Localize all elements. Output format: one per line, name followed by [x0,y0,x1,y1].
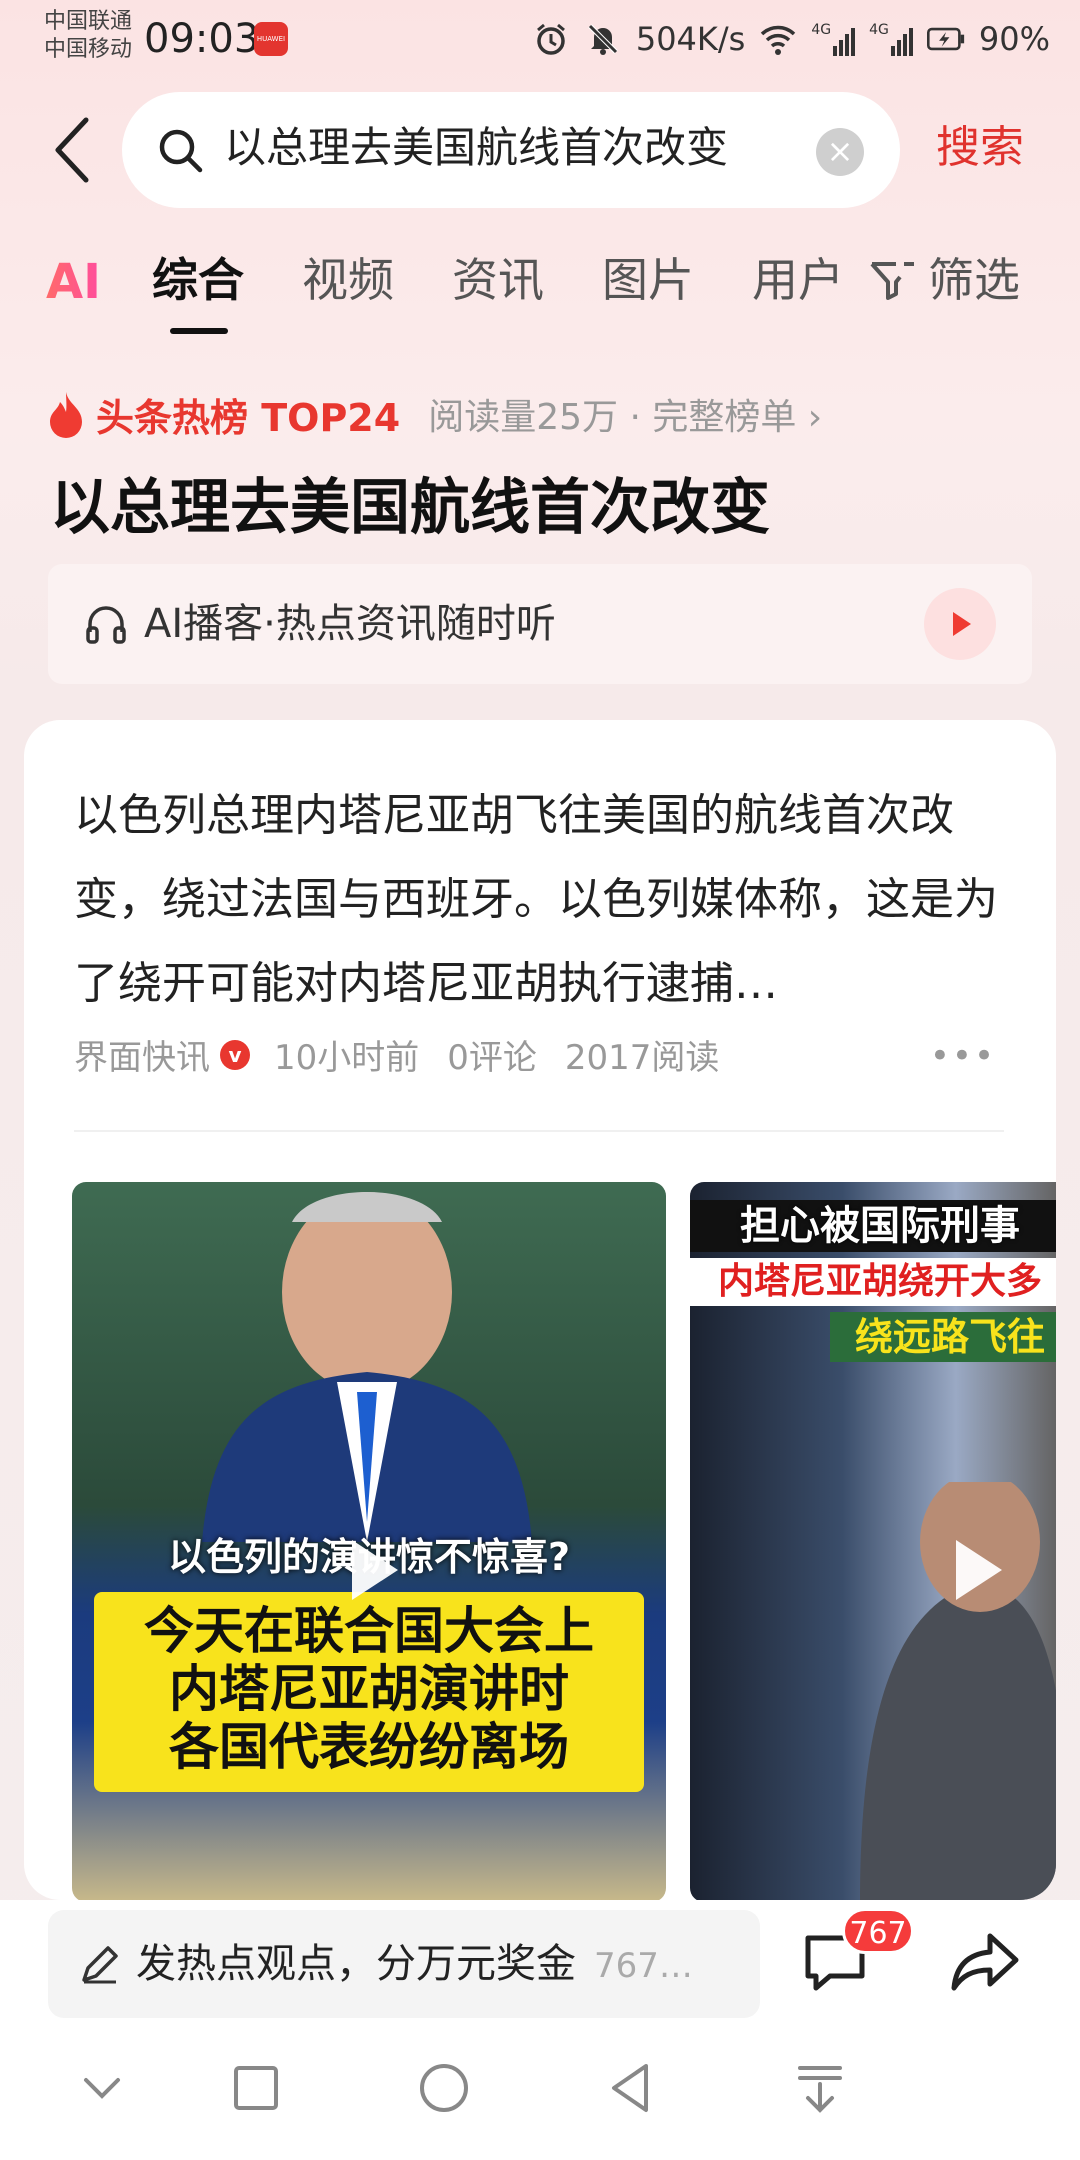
tab-video[interactable]: 视频 [302,250,394,310]
status-time: 09:03 [144,16,260,62]
hot-list-meta[interactable]: 阅读量25万 · 完整榜单 › [428,388,822,440]
tab-users[interactable]: 用户 [752,250,844,310]
hot-list-line[interactable]: 头条热榜 TOP24 阅读量25万 · 完整榜单 › [46,386,822,442]
filter-button[interactable]: 筛选 [868,250,1020,310]
video-2-caption-line: 绕远路飞往 [830,1312,1056,1362]
tab-ai[interactable]: AI [46,252,101,312]
article-meta: 界面快讯 v 10小时前 0评论 2017阅读 [74,1030,747,1079]
tab-images[interactable]: 图片 [602,250,694,310]
network-speed: 504K/s [635,20,746,58]
search-query[interactable]: 以总理去美国航线首次改变 [224,118,728,178]
page-title: 以总理去美国航线首次改变 [50,473,770,543]
back-arrow-icon[interactable] [46,112,106,188]
article-body[interactable]: 以色列总理内塔尼亚胡飞往美国的航线首次改变，绕过法国与西班牙。以色列媒体称，这是… [74,774,1004,1026]
carrier-info: 中国联通 中国移动 [44,8,132,64]
video-1-caption-line: 内塔尼亚胡演讲时 [169,1660,569,1718]
hot-list-label: 头条热榜 TOP24 [96,395,401,440]
article-reads: 2017阅读 [564,1038,720,1078]
video-2-caption-line: 担心被国际刑事 [690,1200,1056,1252]
chevron-down-icon[interactable] [72,2058,132,2118]
active-tab-indicator [170,328,228,334]
network-type-2: 4G [869,22,889,38]
article-card[interactable]: 以色列总理内塔尼亚胡飞往美国的航线首次改变，绕过法国与西班牙。以色列媒体称，这是… [24,720,1056,1900]
divider [74,1130,1004,1132]
verified-badge-icon: v [220,1039,250,1070]
flame-icon [50,392,82,438]
tab-news[interactable]: 资讯 [452,250,544,310]
tab-all[interactable]: 综合 [152,250,244,310]
pen-icon [82,1946,118,1984]
play-icon [953,612,971,636]
system-nav-bar [0,2020,1080,2160]
play-icon[interactable] [322,1522,418,1618]
comment-count-badge: 767 [842,1908,914,1954]
comment-placeholder-text: 发热点观点，分万元奖金 [136,1941,576,1987]
search-row: 以总理去美国航线首次改变 × 搜索 [0,90,1080,210]
podcast-label: AI播客·热点资讯随时听 [144,601,556,647]
signal-1-icon: 4G [811,22,856,56]
clear-icon[interactable]: × [816,128,864,176]
ai-podcast-bar[interactable]: AI播客·热点资讯随时听 [48,564,1032,684]
filter-label: 筛选 [928,253,1020,307]
battery-level: 90% [978,20,1050,58]
play-icon[interactable] [926,1522,1022,1618]
wifi-icon [759,20,797,58]
article-source[interactable]: 界面快讯 [74,1030,210,1079]
video-thumbnail-2[interactable]: 担心被国际刑事 内塔尼亚胡绕开大多 绕远路飞往 [690,1182,1056,1900]
search-button[interactable]: 搜索 [936,118,1024,178]
search-input[interactable]: 以总理去美国航线首次改变 × [122,92,900,208]
comment-count-hint: 767… [594,1946,693,1986]
comment-input[interactable]: 发热点观点，分万元奖金 767… [48,1910,760,2018]
battery-icon [926,20,965,58]
share-icon[interactable] [950,1930,1020,1994]
huawei-app-icon: HUAWEI [254,22,288,56]
carrier-1: 中国联通 [44,9,133,34]
network-type-1: 4G [811,22,832,38]
carrier-2: 中国移动 [44,37,133,62]
video-1-caption-line: 各国代表纷纷离场 [169,1718,569,1776]
comment-bar: 发热点观点，分万元奖金 767… 767 [0,1900,1080,2020]
signal-2-icon: 4G [869,22,913,56]
alarm-icon [532,20,570,58]
article-time: 10小时前 [274,1038,420,1078]
status-bar: 中国联通 中国移动 09:03 HUAWEI 504K/s 4G 4G 90% [0,0,1080,76]
result-tabs: AI 综合 视频 资讯 图片 用户 筛选 [0,244,1080,334]
status-icons: 504K/s 4G 4G 90% [532,14,1050,64]
circle-icon[interactable] [414,2058,474,2118]
speaker-figure [202,1192,532,1542]
square-icon[interactable] [226,2058,286,2118]
filter-icon [870,262,914,300]
podcast-play-button[interactable] [924,588,996,660]
download-icon[interactable] [790,2058,850,2118]
comment-placeholder: 发热点观点，分万元奖金 767… [136,1934,693,1996]
article-comments: 0评论 [447,1038,537,1078]
headphones-icon [86,606,126,644]
back-triangle-icon[interactable] [602,2058,662,2118]
more-options-icon[interactable]: ••• [930,1036,996,1076]
video-thumbnail-1[interactable]: 以色列的演讲惊不惊喜? 今天在联合国大会上 内塔尼亚胡演讲时 各国代表纷纷离场 [72,1182,666,1900]
search-icon [159,129,203,173]
mute-icon [584,20,622,58]
video-2-caption-line: 内塔尼亚胡绕开大多 [690,1258,1056,1306]
